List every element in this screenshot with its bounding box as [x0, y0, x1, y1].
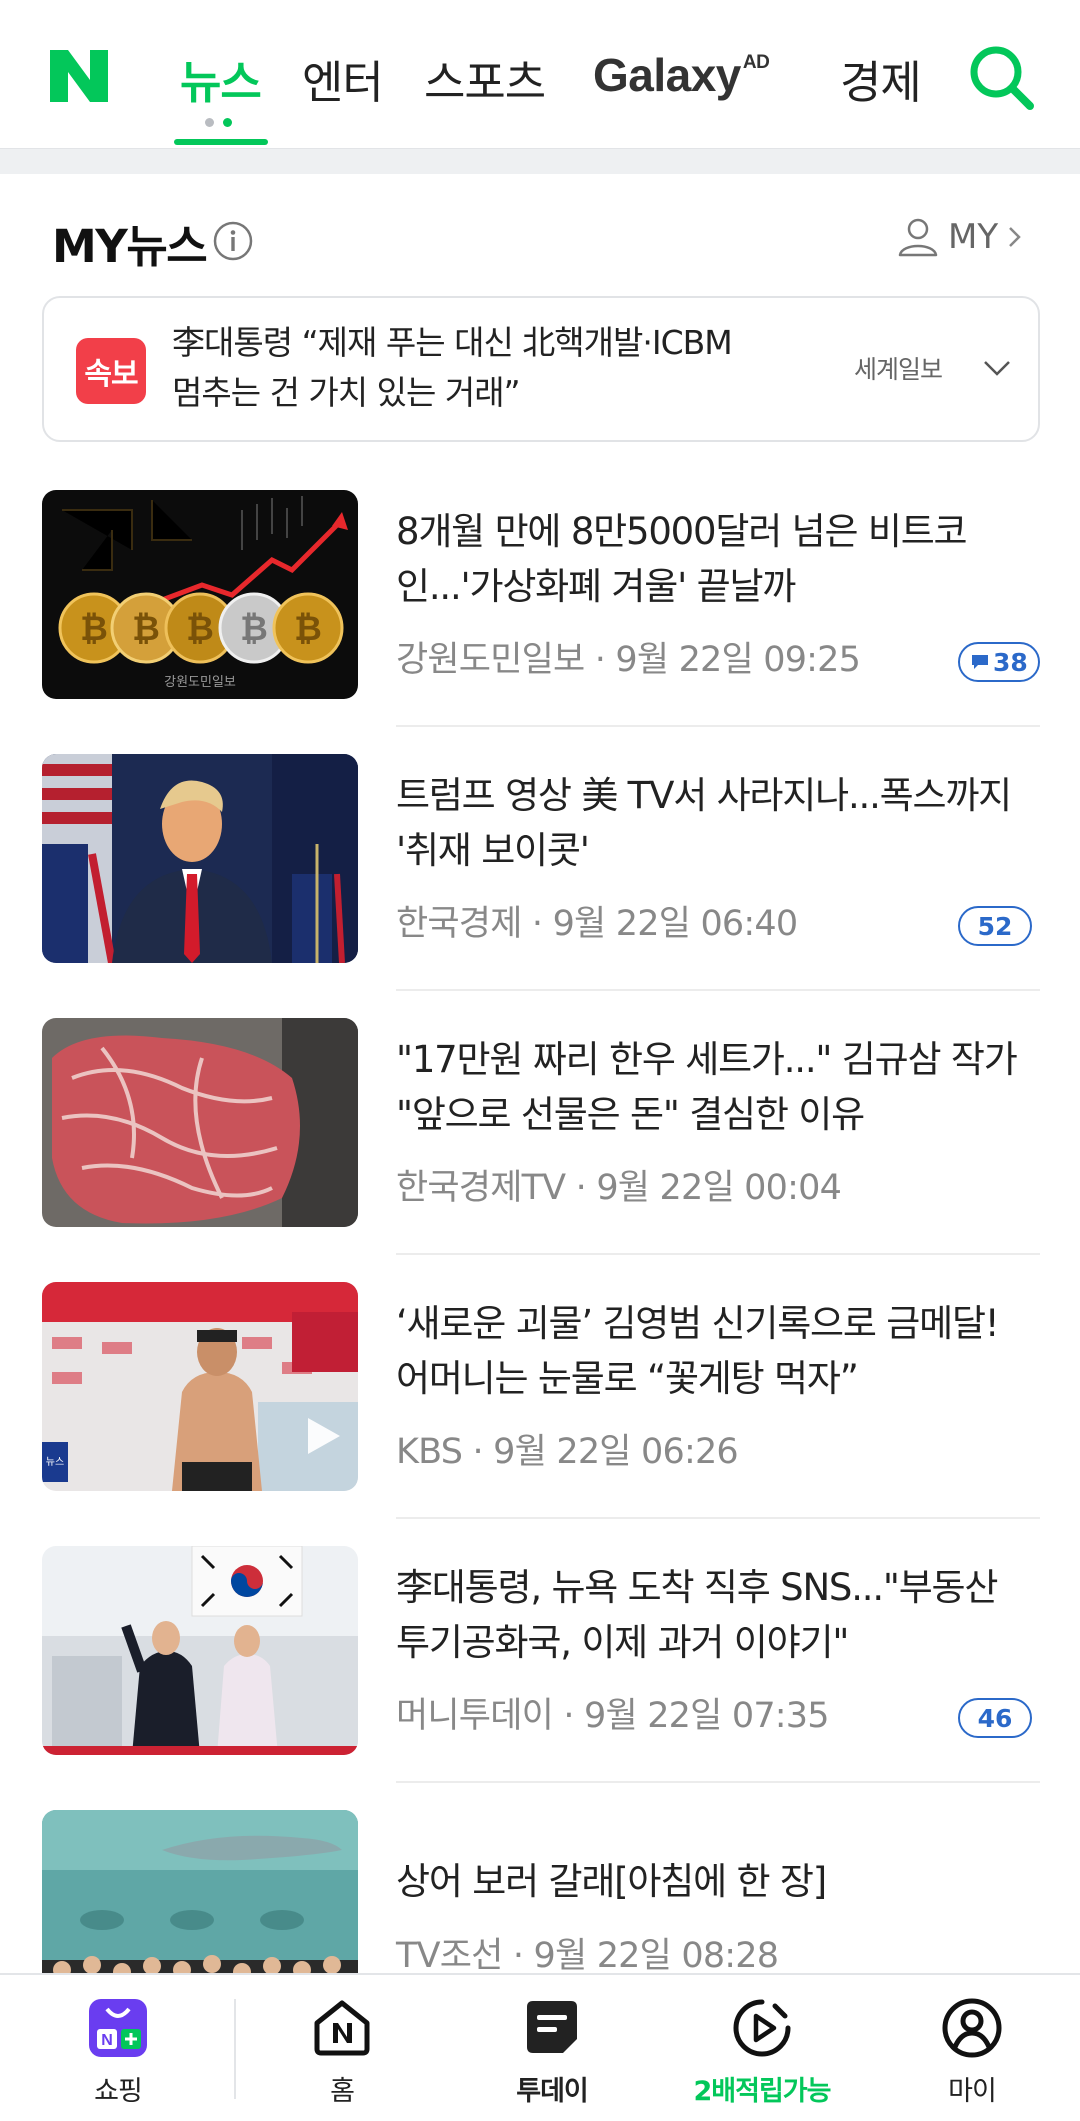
- bottom-tab-my[interactable]: 마이: [864, 1975, 1080, 2121]
- video-play-icon: [308, 1418, 340, 1454]
- news-thumbnail[interactable]: ₿ ₿ ₿ ₿ ₿ 강원도민일보: [42, 490, 358, 699]
- news-time: 9월 22일 09:25: [615, 640, 861, 680]
- tab-entertainment[interactable]: 엔터: [302, 46, 384, 111]
- news-item[interactable]: 뉴스 ‘새로운 괴물’ 김영범 신기록으로 금메달! 어머니는 눈물로 “꽃게탕…: [0, 1282, 1080, 1492]
- divider: [396, 1253, 1040, 1255]
- bottom-tab-shopping[interactable]: N 쇼핑: [10, 1975, 226, 2121]
- divider: [396, 1781, 1040, 1783]
- my-link-label: MY: [948, 217, 999, 257]
- chevron-right-icon: [1009, 227, 1021, 247]
- my-settings-link[interactable]: MY: [896, 212, 1026, 262]
- bottom-tab-label: 마이: [948, 2076, 997, 2107]
- news-title[interactable]: ‘새로운 괴물’ 김영범 신기록으로 금메달! 어머니는 눈물로 “꽃게탕 먹자…: [396, 1296, 1036, 1406]
- news-title[interactable]: 트럼프 영상 美 TV서 사라지나...폭스까지 '취재 보이콧': [396, 768, 1036, 878]
- news-meta: KBS · 9월 22일 06:26: [396, 1432, 739, 1472]
- news-item[interactable]: ₿ ₿ ₿ ₿ ₿ 강원도민일보 8개월 만에 8만5000달러 넘은 비트코인...'…: [0, 490, 1080, 700]
- news-thumbnail[interactable]: [42, 1018, 358, 1227]
- tab-sports[interactable]: 스포츠: [424, 46, 546, 111]
- top-navigation: 뉴스 엔터 스포츠 Galaxy AD 경제: [0, 0, 1080, 148]
- news-item[interactable]: 트럼프 영상 美 TV서 사라지나...폭스까지 '취재 보이콧' 한국경제 ·…: [0, 754, 1080, 964]
- news-thumbnail[interactable]: [42, 1546, 358, 1755]
- tab-galaxy[interactable]: Galaxy AD: [593, 48, 770, 102]
- comment-count: 46: [977, 1703, 1013, 1733]
- active-tab-indicator: [174, 139, 268, 145]
- news-time: 9월 22일 06:40: [552, 904, 799, 944]
- news-source: 강원도민일보: [396, 640, 585, 680]
- news-time: 9월 22일 07:35: [584, 1696, 830, 1736]
- ad-badge: AD: [742, 52, 770, 73]
- news-time: 9월 22일 06:26: [493, 1432, 739, 1472]
- comment-count: 52: [977, 911, 1013, 941]
- news-item[interactable]: 李대통령, 뉴욕 도착 직후 SNS..."부동산 투기공화국, 이제 과거 이…: [0, 1546, 1080, 1756]
- tab-page-dots: [205, 112, 241, 131]
- news-title[interactable]: 李대통령, 뉴욕 도착 직후 SNS..."부동산 투기공화국, 이제 과거 이…: [396, 1560, 1036, 1670]
- section-gap: [0, 148, 1080, 174]
- svg-text:N: N: [101, 2032, 113, 2049]
- divider: [396, 1517, 1040, 1519]
- breaking-badge: 속보: [76, 338, 146, 404]
- breaking-news-card[interactable]: 속보 李대통령 “제재 푸는 대신 北핵개발·ICBM 멈추는 건 가치 있는 …: [42, 296, 1040, 442]
- comment-count: 38: [993, 647, 1028, 677]
- thumbnail-watermark: 강원도민일보: [164, 675, 236, 690]
- shopping-bag-icon: N: [89, 1999, 147, 2057]
- comment-bubble-icon: [972, 655, 988, 669]
- bottom-tab-today[interactable]: 투데이: [444, 1975, 660, 2121]
- thumbnail-watermark: 뉴스: [46, 1456, 64, 1468]
- bottom-tab-label: 홈: [330, 2076, 355, 2107]
- person-icon: [898, 218, 938, 257]
- svg-text:₿: ₿: [132, 609, 160, 649]
- comment-count-badge[interactable]: 46: [958, 1698, 1032, 1738]
- svg-text:₿: ₿: [80, 609, 108, 649]
- bottom-tab-bar: N 쇼핑 홈 투데이 2배적립가능 마이: [0, 1973, 1080, 2121]
- comment-count-badge[interactable]: 38: [958, 642, 1040, 682]
- news-item[interactable]: "17만원 짜리 한우 세트가..." 김규삼 작가 "앞으로 선물은 돈" 결…: [0, 1018, 1080, 1228]
- news-source: 머니투데이: [396, 1696, 554, 1736]
- breaking-source: 세계일보: [854, 355, 943, 384]
- bottom-tab-label: 2배적립가능: [693, 2076, 832, 2107]
- news-meta: 머니투데이 · 9월 22일 07:35: [396, 1696, 830, 1736]
- tab-economy[interactable]: 경제: [840, 46, 922, 111]
- news-meta: 강원도민일보 · 9월 22일 09:25: [396, 640, 861, 680]
- news-time: 9월 22일 00:04: [596, 1168, 842, 1208]
- comment-count-badge[interactable]: 52: [958, 906, 1032, 946]
- tab-news[interactable]: 뉴스: [180, 46, 262, 111]
- svg-text:₿: ₿: [186, 609, 214, 649]
- info-icon[interactable]: [212, 220, 254, 262]
- news-source: 한국경제: [396, 904, 522, 944]
- news-thumbnail[interactable]: 뉴스: [42, 1282, 358, 1491]
- tab-galaxy-label: Galaxy: [593, 49, 741, 101]
- home-icon: [314, 2000, 370, 2056]
- svg-text:₿: ₿: [294, 609, 322, 649]
- news-title[interactable]: 상어 보러 갈래[아침에 한 장]: [396, 1854, 1036, 1909]
- news-meta: TV조선 · 9월 22일 08:28: [396, 1936, 780, 1976]
- news-thumbnail[interactable]: [42, 754, 358, 963]
- section-title: MY뉴스: [52, 220, 208, 273]
- naver-logo-icon[interactable]: [50, 50, 108, 102]
- news-source: KBS: [396, 1432, 463, 1472]
- bottom-tab-home[interactable]: 홈: [234, 1975, 450, 2121]
- search-icon[interactable]: [966, 42, 1036, 112]
- breaking-title[interactable]: 李대통령 “제재 푸는 대신 北핵개발·ICBM 멈추는 건 가치 있는 거래”: [172, 318, 733, 418]
- divider: [396, 725, 1040, 727]
- clip-play-icon: [733, 1999, 791, 2057]
- news-source: 한국경제TV: [396, 1168, 566, 1208]
- news-time: 9월 22일 08:28: [533, 1936, 780, 1976]
- user-icon: [942, 1998, 1002, 2058]
- divider: [396, 989, 1040, 991]
- bottom-tab-label: 쇼핑: [94, 2076, 143, 2107]
- today-icon: [527, 2001, 577, 2053]
- bottom-tab-clip[interactable]: 2배적립가능: [654, 1975, 870, 2121]
- news-source: TV조선: [396, 1936, 503, 1976]
- news-meta: 한국경제 · 9월 22일 06:40: [396, 904, 799, 944]
- news-title[interactable]: "17만원 짜리 한우 세트가..." 김규삼 작가 "앞으로 선물은 돈" 결…: [396, 1032, 1036, 1142]
- chevron-down-icon[interactable]: [979, 350, 1015, 386]
- news-title[interactable]: 8개월 만에 8만5000달러 넘은 비트코인...'가상화폐 겨울' 끝날까: [396, 504, 1036, 614]
- news-meta: 한국경제TV · 9월 22일 00:04: [396, 1168, 842, 1208]
- svg-text:₿: ₿: [240, 609, 268, 649]
- bottom-tab-label: 투데이: [516, 2076, 589, 2107]
